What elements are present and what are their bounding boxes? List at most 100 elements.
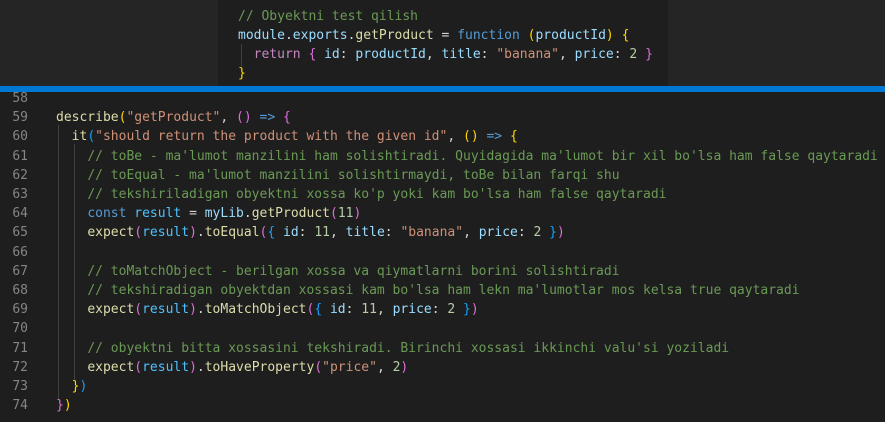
line-number: 74 (12, 398, 28, 414)
code-line[interactable]: // tekshiriladigan obyektni xossa ko'p y… (56, 185, 666, 204)
snippet-line: return { id: productId, title: "banana",… (238, 45, 653, 64)
code-line[interactable]: const result = myLib.getProduct(11) (56, 204, 361, 223)
code-token: : (384, 225, 401, 241)
code-token: => (259, 110, 276, 126)
code-token: describe (56, 110, 119, 126)
code-token: 11 (337, 206, 354, 222)
code-token: } (549, 225, 557, 241)
code-token: , (558, 47, 575, 62)
code-line[interactable]: expect(result).toMatchObject({ id: 11, p… (56, 300, 479, 319)
code-token: // toMatchObject - berilgan xossa va qiy… (87, 263, 620, 279)
code-line[interactable]: expect(result).toEqual({ id: 11, title: … (56, 223, 565, 242)
line-number: 71 (12, 340, 28, 356)
line-number: 72 (12, 359, 28, 375)
code-token: ) (63, 398, 72, 414)
code-token: toEqual (204, 225, 260, 241)
code-token: = (181, 206, 205, 222)
code-token: title (441, 47, 481, 62)
line-number: 59 (12, 110, 28, 126)
code-token: , (376, 359, 393, 375)
code-token: . (196, 359, 205, 375)
code-token: : (517, 225, 534, 241)
line-number: 61 (12, 148, 28, 164)
code-token: ) (557, 225, 565, 241)
code-token: price (392, 302, 432, 318)
code-token: ( (87, 129, 96, 145)
code-token: 11 (361, 302, 377, 318)
line-number: 70 (12, 321, 28, 337)
code-line[interactable]: expect(result).toHaveProperty("price", 2… (56, 358, 408, 377)
code-token: "banana" (400, 225, 464, 241)
code-token: productId (355, 47, 426, 62)
code-line[interactable]: describe("getProduct", () => { (56, 108, 291, 127)
code-token: it (71, 129, 88, 145)
code-token: () (236, 110, 252, 126)
code-token: const (87, 206, 127, 222)
code-token: ( (134, 359, 143, 375)
code-token: function (457, 28, 520, 43)
code-token: id (324, 47, 340, 62)
code-token: price (574, 47, 614, 62)
code-token: ) (605, 28, 614, 43)
line-number: 69 (12, 302, 28, 318)
code-token: getProduct (355, 28, 434, 43)
code-token: ) (189, 302, 197, 318)
code-token: ) (470, 302, 479, 318)
code-line[interactable]: // obyektni bitta xossasini tekshiradi. … (56, 339, 729, 358)
code-token: { (283, 110, 291, 126)
code-token: "should return the product with the give… (95, 129, 448, 145)
code-token: result (142, 359, 190, 375)
code-token: ) (353, 206, 362, 222)
code-token: ( (329, 206, 338, 222)
code-token: price (478, 225, 518, 241)
code-token: "banana" (496, 47, 559, 62)
code-token: : (345, 302, 362, 318)
line-number: 60 (12, 129, 28, 145)
code-token: } (463, 302, 471, 318)
peek-definition-panel: // Obyektni test qilish module.exports.ge… (0, 0, 885, 86)
code-token: : (480, 47, 497, 62)
code-line[interactable]: // toBe - ma'lumot manzilini ham solisht… (56, 147, 878, 166)
code-token: ) (189, 359, 197, 375)
code-token: { (509, 129, 518, 145)
code-token: , (329, 225, 346, 241)
code-token: => (486, 129, 503, 145)
code-token: ) (189, 225, 197, 241)
code-token: , (220, 110, 237, 126)
code-token: myLib (204, 206, 244, 222)
line-number: 66 (12, 244, 28, 260)
code-token: 11 (314, 225, 330, 241)
code-line[interactable]: // toMatchObject - berilgan xossa va qiy… (56, 262, 620, 281)
code-token: getProduct (251, 206, 330, 222)
code-line[interactable]: it("should return the product with the g… (56, 127, 518, 146)
code-token: result (142, 302, 190, 318)
code-token: toHaveProperty (204, 359, 315, 375)
code-token: , (463, 225, 479, 241)
code-line[interactable]: // toEqual - ma'lumot manzilini solishti… (56, 166, 620, 185)
code-token: // toEqual - ma'lumot manzilini solishti… (87, 167, 620, 183)
code-token: : (339, 47, 356, 62)
code-token: () (463, 129, 479, 145)
line-number: 73 (12, 379, 28, 394)
code-line[interactable]: }) (56, 396, 72, 415)
code-token: id (283, 225, 299, 241)
code-token: . (284, 28, 293, 43)
code-line[interactable]: }) (56, 377, 88, 396)
line-number: 68 (12, 283, 28, 298)
code-editor[interactable]: 58 59 describe("getProduct", () => {60 it(… (0, 91, 885, 422)
code-line[interactable]: // tekshiradigan obyektdan xossasi kam b… (56, 281, 799, 300)
